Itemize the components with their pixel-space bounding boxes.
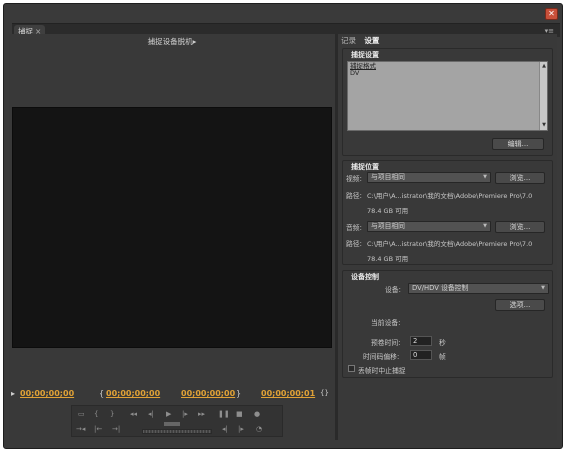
capture-window: ✕ 捕捉 × ▾≡ 捕捉设备脱机▸ ▸ 00;00;00;00 { 00;00;0…	[3, 3, 563, 449]
video-path-value: C:\用户\A...istrator\我的文档\Adobe\Premiere P…	[367, 192, 533, 200]
fast-forward-icon[interactable]: ▸▸	[198, 410, 205, 418]
abort-on-dropped-frames-checkbox[interactable]	[348, 365, 355, 372]
video-location-dropdown[interactable]: 与项目相同 ▼	[367, 172, 491, 183]
in-point-bracket-icon: {	[99, 389, 105, 398]
shuttle-slider[interactable]	[164, 422, 180, 426]
duration-timecode[interactable]: 00;00;00;01	[261, 389, 315, 398]
capture-location-title: 捕捉位置	[351, 163, 379, 171]
capture-settings-section: 捕捉设置 捕捉格式 DV ▲ ▼ 编辑...	[342, 48, 553, 156]
set-out-icon[interactable]: →◂	[76, 425, 85, 433]
audio-path-value: C:\用户\A...istrator\我的文档\Adobe\Premiere P…	[367, 240, 533, 248]
scroll-up-icon[interactable]: ▲	[542, 63, 546, 70]
pause-icon[interactable]: ❚❚	[218, 410, 230, 418]
device-value: DV/HDV 设备控制	[412, 284, 469, 292]
in-point-timecode[interactable]: 00;00;00;00	[106, 389, 160, 398]
video-browse-button[interactable]: 浏览...	[495, 172, 545, 184]
chevron-down-icon: ▼	[483, 174, 487, 180]
capture-format-label: 捕捉格式	[350, 62, 376, 70]
capture-format-box: 捕捉格式 DV ▲ ▼	[347, 61, 548, 131]
device-status-text: 捕捉设备脱机	[147, 37, 193, 46]
rewind-icon[interactable]: ◂◂	[130, 410, 137, 418]
capture-format-value: DV	[350, 69, 360, 77]
current-time-marker-icon: ▸	[11, 389, 16, 398]
chevron-down-icon: ▼	[541, 285, 545, 291]
timecode-offset-label: 时间码偏移:	[363, 353, 400, 361]
capture-settings-title: 捕捉设置	[351, 51, 379, 59]
go-to-in-icon[interactable]: {	[94, 410, 98, 418]
video-free-space: 78.4 GB 可用	[367, 207, 409, 215]
capture-settings-pane: 记录 设置 捕捉设置 捕捉格式 DV ▲ ▼ 编辑... 捕捉位置 视频: 与项…	[338, 34, 557, 440]
step-forward-icon[interactable]: |▸	[182, 410, 188, 418]
chevron-down-icon: ▼	[483, 223, 487, 229]
go-to-next-icon[interactable]: →|	[112, 425, 120, 433]
timecode-offset-input[interactable]: 0	[410, 350, 432, 360]
device-status-arrow-icon: ▸	[192, 37, 197, 46]
window-close-button[interactable]: ✕	[545, 8, 558, 20]
step-back-icon[interactable]: ◂|	[148, 410, 154, 418]
timecode-offset-unit: 帧	[439, 353, 446, 361]
options-button[interactable]: 选项...	[495, 299, 545, 311]
transport-controls: ▭ { } ◂◂ ◂| ▶ |▸ ▸▸ ❚❚ ■ ● →◂ |← →| ◂| |…	[71, 405, 283, 437]
audio-path-label: 路径:	[346, 240, 362, 248]
tab-settings[interactable]: 设置	[364, 36, 379, 45]
current-timecode[interactable]: 00;00;00;00	[20, 389, 74, 398]
right-tab-bar: 记录 设置	[341, 35, 385, 46]
device-control-title: 设备控制	[351, 273, 379, 281]
preroll-input[interactable]: 2	[410, 336, 432, 346]
scroll-down-icon[interactable]: ▼	[542, 122, 546, 129]
capture-location-section: 捕捉位置 视频: 与项目相同 ▼ 浏览... 路径: C:\用户\A...istr…	[342, 160, 553, 265]
video-label: 视频:	[346, 175, 362, 183]
tab-logging[interactable]: 记录	[341, 36, 356, 45]
audio-location-value: 与项目相同	[371, 222, 405, 230]
set-in-icon[interactable]: ▭	[78, 410, 85, 418]
current-device-label: 当前设备:	[371, 319, 401, 327]
video-location-value: 与项目相同	[371, 173, 405, 181]
stop-icon[interactable]: ■	[236, 410, 243, 418]
out-point-bracket-icon: }	[236, 389, 242, 398]
video-preview	[12, 107, 332, 348]
jog-control[interactable]	[142, 429, 212, 434]
go-to-previous-icon[interactable]: |←	[94, 425, 102, 433]
preroll-label: 预卷时间:	[371, 339, 401, 347]
timecode-row: ▸ 00;00;00;00 { 00;00;00;00 00;00;00;00 …	[9, 389, 335, 401]
edit-button[interactable]: 编辑...	[492, 138, 544, 150]
capture-preview-pane: 捕捉设备脱机▸ ▸ 00;00;00;00 { 00;00;00;00 00;0…	[9, 34, 335, 440]
preroll-unit: 秒	[439, 339, 446, 347]
device-label: 设备:	[385, 286, 401, 294]
abort-on-dropped-frames-label: 丢帧时中止捕捉	[358, 367, 406, 375]
record-icon[interactable]: ●	[254, 410, 260, 418]
go-to-out-icon[interactable]: }	[110, 410, 114, 418]
capture-format-scrollbar[interactable]: ▲ ▼	[539, 62, 547, 130]
slow-forward-icon[interactable]: |▸	[238, 425, 244, 433]
out-point-timecode[interactable]: 00;00;00;00	[181, 389, 235, 398]
audio-browse-button[interactable]: 浏览...	[495, 221, 545, 233]
slow-reverse-icon[interactable]: ◂|	[222, 425, 228, 433]
audio-free-space: 78.4 GB 可用	[367, 255, 409, 263]
device-status-title: 捕捉设备脱机▸	[9, 36, 335, 47]
duration-marker-icon: {}	[320, 389, 329, 397]
device-control-section: 设备控制 设备: DV/HDV 设备控制 ▼ 选项... 当前设备: 预卷时间: …	[342, 270, 553, 378]
play-icon[interactable]: ▶	[166, 410, 171, 418]
scene-detect-icon[interactable]: ◔	[256, 425, 262, 433]
audio-location-dropdown[interactable]: 与项目相同 ▼	[367, 221, 491, 232]
video-path-label: 路径:	[346, 192, 362, 200]
device-dropdown[interactable]: DV/HDV 设备控制 ▼	[408, 283, 549, 294]
audio-label: 音频:	[346, 224, 362, 232]
